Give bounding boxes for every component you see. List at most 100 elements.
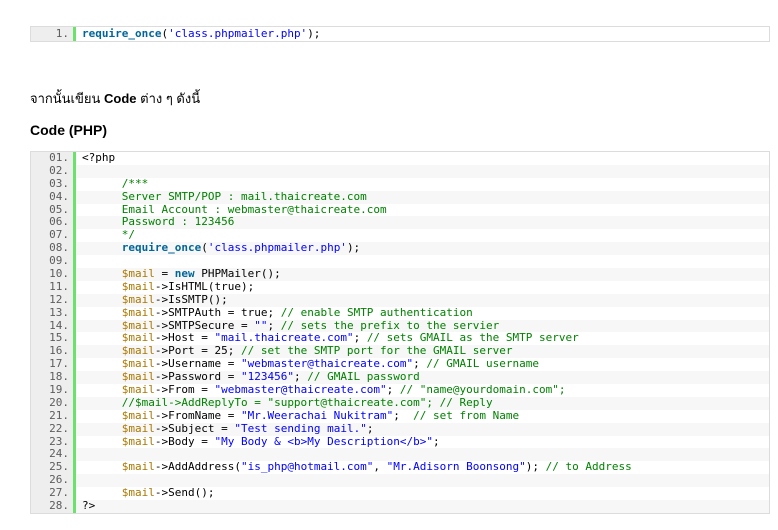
line-number: 03. [31,177,76,191]
code-token: ); [307,27,321,40]
code-line: 1. require_once('class.phpmailer.php'); [31,27,769,41]
code-line: 10. $mail = new PHPMailer(); [31,267,769,281]
code-token: $mail [121,435,155,448]
line-number: 20. [31,396,76,410]
code-token: // GMAIL username [426,358,539,371]
code-token: new [174,268,195,281]
code-line: 03. /*** [31,177,769,191]
code-token: ->Port = 25; [154,345,241,358]
code-token: "Mr.Weerachai Nukitram" [240,409,394,422]
code-token: /*** [82,177,149,190]
code-token: "Mr.Adisorn Boonsong" [386,461,526,474]
code-token: "" [254,319,268,332]
code-token: ; [386,384,400,397]
line-number: 11. [31,280,76,294]
code-token: $mail [121,293,155,306]
code-token: Server SMTP/POP : mail.thaicreate.com [82,190,367,203]
code-token: ; [353,332,367,345]
code-text: <?php [76,152,115,165]
code-text: $mail->Host = "mail.thaicreate.com"; // … [76,332,579,345]
line-number: 21. [31,409,76,423]
code-token: ->SMTPAuth = true; [154,306,281,319]
code-token: $mail [121,280,155,293]
code-token: ->Username = [154,358,241,371]
code-line: 01. <?php [31,151,769,165]
code-token: $mail [121,306,155,319]
code-token: 'class.phpmailer.php' [207,242,347,255]
code-token: ->IsHTML(true); [154,280,255,293]
code-line: 25. $mail->AddAddress("is_php@hotmail.co… [31,460,769,475]
code-line: 08. require_once('class.phpmailer.php'); [31,241,769,256]
code-text: $mail->Subject = "Test sending mail."; [76,422,374,436]
code-text: $mail->IsSMTP(); [76,294,228,307]
line-number: 22. [31,422,76,436]
code-line: 11. $mail->IsHTML(true); [31,280,769,294]
code-token: // sets the prefix to the servier [280,319,500,332]
code-line: 21. $mail->FromName = "Mr.Weerachai Nuki… [31,409,769,423]
code-token: $mail [121,332,155,345]
code-token: // GMAIL password [307,371,420,384]
code-text: require_once('class.phpmailer.php'); [76,242,360,255]
code-token: ->Send(); [154,487,215,500]
code-token: ->IsSMTP(); [154,293,228,306]
code-token: // "name@yourdomain.com"; [399,384,566,397]
code-text: $mail->From = "webmaster@thaicreate.com"… [76,384,566,397]
code-line: 20. //$mail->AddReplyTo = "support@thaic… [31,396,769,410]
code-line: 26. [31,473,769,488]
code-token: 'class.phpmailer.php' [168,27,308,40]
code-token: $mail [121,268,155,281]
code-text: require_once('class.phpmailer.php'); [76,27,320,41]
code-token: */ [82,229,135,242]
code-snippet-phpmailer: 01. <?php 02. 03. /*** 04. Server SMTP/POP :… [30,151,770,514]
code-token: ->Host = [154,332,215,345]
line-number: 04. [31,190,76,204]
code-token: $mail [121,345,155,358]
code-token: $mail [121,358,155,371]
line-number: 01. [31,151,76,165]
code-token: "is_php@hotmail.com" [240,461,374,474]
code-heading: Code (PHP) [30,122,107,138]
code-token: ; [267,319,281,332]
code-line: 18. $mail->Password = "123456"; // GMAIL… [31,370,769,385]
code-token: ->AddAddress( [154,461,241,474]
intro-suffix: ต่าง ๆ ดังนี้ [136,91,201,106]
code-text: $mail = new PHPMailer(); [76,268,281,281]
code-text: Email Account : webmaster@thaicreate.com [76,204,387,217]
code-text: ?> [76,500,95,513]
code-token: ; [413,358,427,371]
code-token: "My Body & <b>My Description</b>" [214,435,434,448]
intro-prefix: จากนั้นเขียน [30,91,105,106]
code-text: $mail->Password = "123456"; // GMAIL pas… [76,371,420,384]
code-token: = [154,268,175,281]
line-number: 12. [31,293,76,307]
code-line: 22. $mail->Subject = "Test sending mail.… [31,422,769,436]
code-token: // set the SMTP port for the GMAIL serve… [240,345,513,358]
code-token: ->Password = [154,371,241,384]
code-line: 06. Password : 123456 [31,216,769,230]
code-token: "Test sending mail." [234,422,367,435]
code-line: 24. [31,448,769,462]
code-line: 17. $mail->Username = "webmaster@thaicre… [31,357,769,372]
code-token: $mail [121,371,155,384]
code-token: ->Body = [154,435,215,448]
code-token: "mail.thaicreate.com" [214,332,354,345]
code-text: Password : 123456 [76,216,235,229]
intro-bold: Code [104,91,137,106]
code-token: $mail [121,487,155,500]
code-token: <?php [82,152,116,164]
line-number: 19. [31,383,76,397]
code-token: $mail [121,422,155,435]
code-text: $mail->Send(); [76,487,215,500]
line-number: 13. [31,306,76,320]
